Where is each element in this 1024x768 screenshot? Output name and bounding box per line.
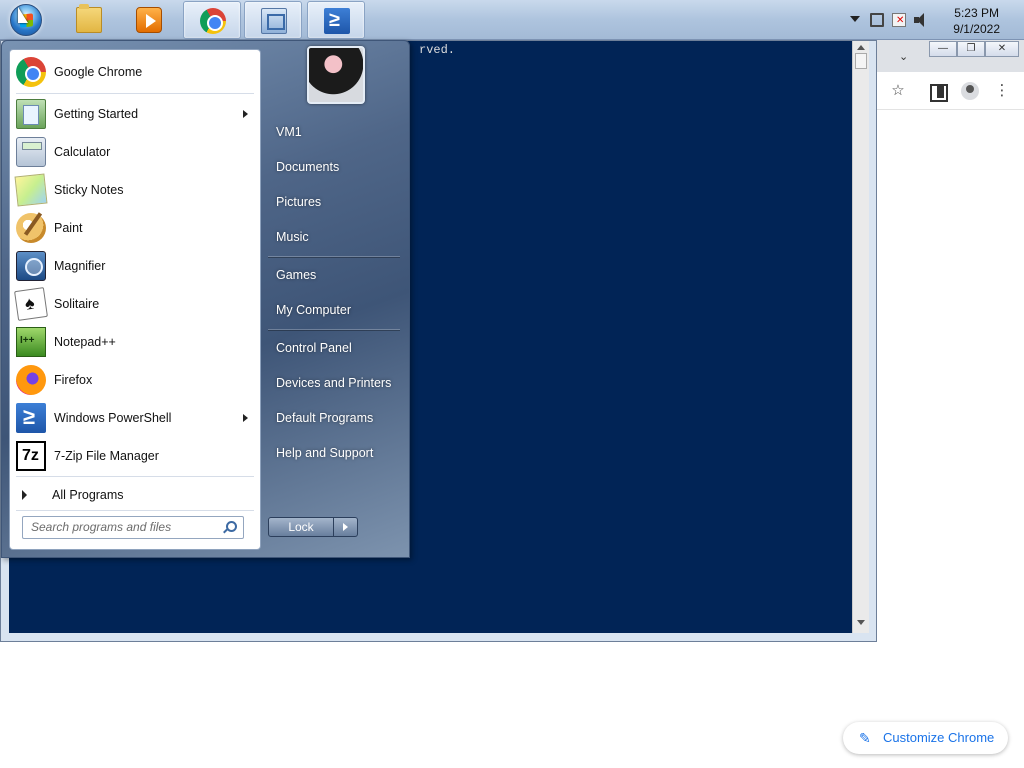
getting-started-icon bbox=[16, 99, 46, 129]
folder-icon bbox=[76, 4, 102, 33]
clock-date: 9/1/2022 bbox=[953, 22, 1000, 36]
minimize-button[interactable]: — bbox=[929, 41, 957, 57]
program-sticky-notes[interactable]: Sticky Notes bbox=[12, 172, 258, 208]
side-panel-icon[interactable] bbox=[928, 82, 948, 102]
customize-chrome-button[interactable]: ✎ Customize Chrome bbox=[843, 722, 1008, 754]
network-icon[interactable] bbox=[870, 13, 884, 27]
program-label: Magnifier bbox=[54, 259, 106, 273]
program-label: Getting Started bbox=[54, 107, 139, 121]
user-avatar[interactable] bbox=[307, 46, 365, 104]
program-paint[interactable]: Paint bbox=[12, 210, 258, 246]
pencil-icon: ✎ bbox=[859, 730, 871, 746]
divider bbox=[16, 476, 254, 477]
start-link-devices-and-printers[interactable]: Devices and Printers bbox=[268, 368, 404, 398]
start-menu: Google Chrome Getting Started Calculator… bbox=[1, 40, 410, 558]
firefox-icon bbox=[16, 365, 46, 395]
program-label: Windows PowerShell bbox=[54, 411, 172, 425]
start-menu-programs-pane: Google Chrome Getting Started Calculator… bbox=[9, 49, 261, 550]
start-link-my-computer[interactable]: My Computer bbox=[268, 295, 404, 325]
console-scrollbar[interactable] bbox=[852, 41, 869, 633]
show-hidden-icons-icon[interactable] bbox=[850, 16, 860, 22]
control-panel-icon bbox=[261, 8, 287, 34]
paint-icon bbox=[16, 213, 46, 243]
program-notepadpp[interactable]: Notepad++ bbox=[12, 324, 258, 360]
divider bbox=[16, 93, 254, 94]
customize-chrome-label: Customize Chrome bbox=[883, 730, 995, 745]
shutdown-options-icon[interactable] bbox=[334, 517, 358, 537]
solitaire-icon bbox=[14, 287, 48, 321]
system-tray: 5:23 PM 9/1/2022 bbox=[834, 0, 1024, 40]
program-label: Google Chrome bbox=[54, 65, 143, 79]
program-label: Solitaire bbox=[54, 297, 100, 311]
program-label: 7-Zip File Manager bbox=[54, 449, 159, 463]
tab-search-icon[interactable]: ⌄ bbox=[899, 50, 908, 63]
program-label: Sticky Notes bbox=[54, 183, 124, 197]
start-link-default-programs[interactable]: Default Programs bbox=[268, 403, 404, 433]
action-center-icon[interactable] bbox=[892, 13, 906, 27]
search-placeholder: Search programs and files bbox=[31, 520, 172, 534]
sticky-notes-icon bbox=[14, 173, 48, 207]
chrome-tab-bar: ⌄ — ❐ ✕ bbox=[877, 40, 1024, 72]
program-windows-powershell[interactable]: Windows PowerShell bbox=[12, 400, 258, 436]
taskbar: 5:23 PM 9/1/2022 bbox=[0, 0, 1024, 40]
volume-icon[interactable] bbox=[914, 13, 928, 27]
powershell-icon bbox=[16, 403, 46, 433]
start-link-games[interactable]: Games bbox=[268, 260, 404, 290]
scroll-thumb[interactable] bbox=[855, 53, 867, 69]
program-calculator[interactable]: Calculator bbox=[12, 134, 258, 170]
search-icon[interactable] bbox=[226, 521, 237, 532]
taskbar-media-player-button[interactable] bbox=[120, 1, 178, 39]
chrome-toolbar: ☆ ⋮ bbox=[877, 72, 1024, 110]
close-button[interactable]: ✕ bbox=[985, 41, 1019, 57]
scroll-up-icon[interactable] bbox=[857, 45, 865, 50]
program-magnifier[interactable]: Magnifier bbox=[12, 248, 258, 284]
all-programs-button[interactable]: All Programs bbox=[12, 480, 258, 510]
bookmark-star-icon[interactable]: ☆ bbox=[889, 82, 907, 100]
clock-time: 5:23 PM bbox=[954, 6, 999, 20]
start-link-music[interactable]: Music bbox=[268, 222, 404, 252]
program-label: Firefox bbox=[54, 373, 93, 387]
clock[interactable]: 5:23 PM 9/1/2022 bbox=[953, 5, 1000, 37]
divider bbox=[16, 510, 254, 511]
notepadpp-icon bbox=[16, 327, 46, 357]
taskbar-control-panel-button[interactable] bbox=[244, 1, 302, 39]
start-link-help-and-support[interactable]: Help and Support bbox=[268, 438, 404, 468]
scroll-down-icon[interactable] bbox=[857, 620, 865, 625]
program-solitaire[interactable]: Solitaire bbox=[12, 286, 258, 322]
submenu-arrow-icon[interactable] bbox=[243, 110, 248, 118]
start-link-pictures[interactable]: Pictures bbox=[268, 187, 404, 217]
program-firefox[interactable]: Firefox bbox=[12, 362, 258, 398]
program-label: Paint bbox=[54, 221, 83, 235]
chrome-icon bbox=[200, 8, 226, 34]
program-7zip[interactable]: 7-Zip File Manager bbox=[12, 438, 258, 474]
magnifier-icon bbox=[16, 251, 46, 281]
chrome-icon bbox=[16, 57, 46, 87]
search-programs-input[interactable]: Search programs and files bbox=[22, 516, 244, 539]
taskbar-powershell-button[interactable] bbox=[307, 1, 365, 39]
powershell-icon bbox=[324, 8, 350, 34]
calculator-icon bbox=[16, 137, 46, 167]
taskbar-explorer-button[interactable] bbox=[60, 1, 118, 39]
submenu-arrow-icon[interactable] bbox=[243, 414, 248, 422]
restore-button[interactable]: ❐ bbox=[957, 41, 985, 57]
chrome-window: ⌄ — ❐ ✕ ☆ ⋮ bbox=[877, 40, 1024, 768]
lock-button[interactable]: Lock bbox=[268, 517, 334, 537]
start-link-documents[interactable]: Documents bbox=[268, 152, 404, 182]
seven-zip-icon bbox=[16, 441, 46, 471]
profile-icon[interactable] bbox=[961, 82, 979, 100]
menu-kebab-icon[interactable]: ⋮ bbox=[993, 82, 1011, 100]
program-google-chrome[interactable]: Google Chrome bbox=[12, 54, 258, 90]
divider bbox=[268, 256, 400, 257]
media-player-icon bbox=[136, 7, 162, 33]
console-text: rved. bbox=[419, 43, 456, 57]
start-link-vm1[interactable]: VM1 bbox=[268, 117, 404, 147]
start-link-control-panel[interactable]: Control Panel bbox=[268, 333, 404, 363]
program-getting-started[interactable]: Getting Started bbox=[12, 96, 258, 132]
divider bbox=[268, 329, 400, 330]
taskbar-chrome-button[interactable] bbox=[183, 1, 241, 39]
expand-arrow-icon bbox=[22, 490, 27, 500]
all-programs-label: All Programs bbox=[52, 488, 124, 502]
program-label: Notepad++ bbox=[54, 335, 116, 349]
program-label: Calculator bbox=[54, 145, 111, 159]
